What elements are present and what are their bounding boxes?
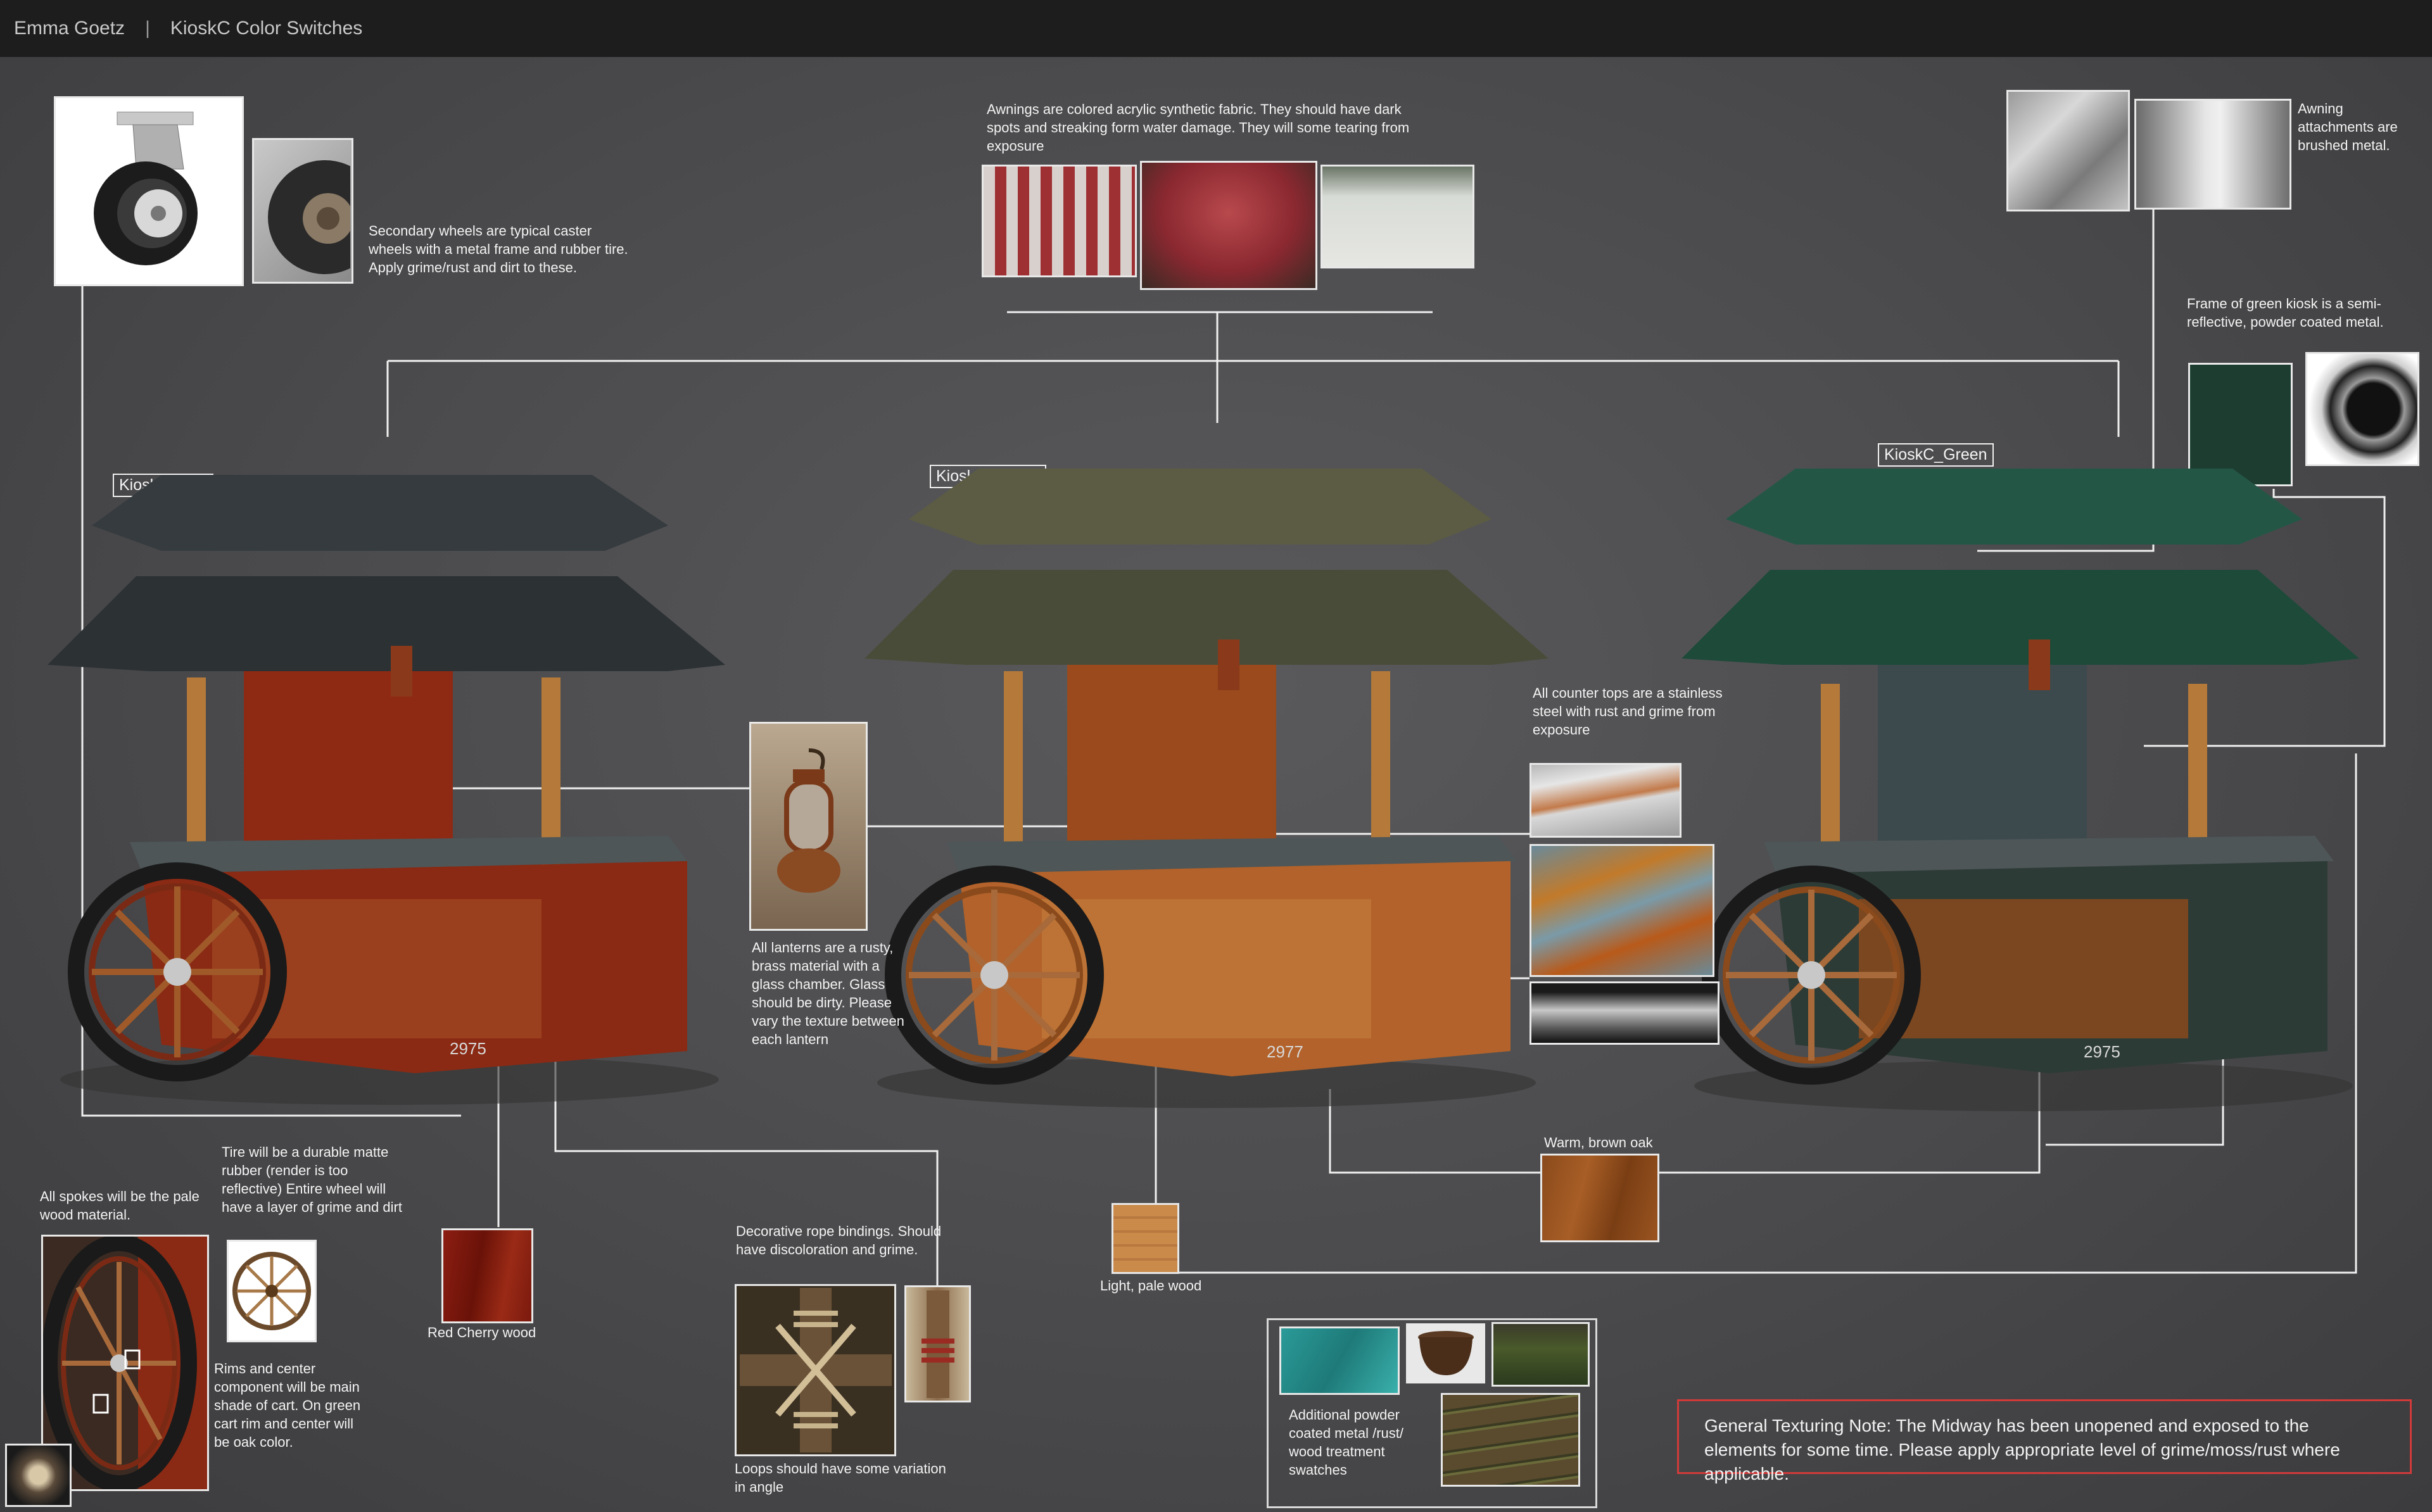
rusty-tire-photo bbox=[252, 138, 353, 284]
awnings-note: Awnings are colored acrylic synthetic fa… bbox=[987, 101, 1410, 154]
steel-rust-swatch-1 bbox=[1530, 763, 1682, 838]
rusty-pot-icon bbox=[1417, 1330, 1474, 1375]
mossy-wood-swatch bbox=[1492, 1322, 1590, 1387]
awning-striped-photo bbox=[982, 165, 1137, 277]
wheels-note: Secondary wheels are typical caster whee… bbox=[369, 223, 628, 275]
rusty-pot-photo bbox=[1406, 1323, 1485, 1383]
palette-note: Additional powder coated metal /rust/ wo… bbox=[1289, 1407, 1403, 1478]
brushed-metal-swatch-1 bbox=[2006, 90, 2130, 211]
wagon-wheel-icon bbox=[232, 1252, 311, 1330]
general-texturing-note: General Texturing Note: The Midway has b… bbox=[1677, 1399, 2412, 1484]
lanterns-note: All lanterns are a rusty, brass material… bbox=[752, 940, 904, 1047]
wagon-wheel-photo bbox=[227, 1240, 317, 1342]
hub-closeup-photo bbox=[5, 1444, 72, 1507]
caster-wheel-photo bbox=[54, 96, 244, 286]
rope-post-photo bbox=[904, 1285, 971, 1402]
awning-stained-photo bbox=[1320, 165, 1474, 268]
kiosk-green-serial: 2975 bbox=[2084, 1042, 2120, 1061]
counter-tops-note: All counter tops are a stainless steel w… bbox=[1533, 685, 1723, 738]
brushed-metal-swatch-2 bbox=[2134, 99, 2291, 210]
rims-note: Rims and center component will be main s… bbox=[214, 1361, 361, 1450]
pale-wood-note: Light, pale wood bbox=[1100, 1278, 1202, 1294]
lantern-icon bbox=[776, 748, 840, 893]
steel-rust-swatch-2 bbox=[1530, 844, 1714, 977]
general-texturing-note-text: General Texturing Note: The Midway has b… bbox=[1704, 1416, 2340, 1484]
caster-wheel-icon bbox=[94, 111, 198, 265]
rope-binding-icon bbox=[739, 1288, 892, 1452]
rope-post-icon bbox=[921, 1290, 954, 1398]
lantern-photo bbox=[749, 722, 868, 931]
kiosk-brown-render: 2977 bbox=[864, 469, 1548, 1108]
pale-wood-swatch bbox=[1112, 1203, 1179, 1274]
red-cherry-wood-swatch bbox=[441, 1228, 533, 1323]
brown-oak-note: Warm, brown oak bbox=[1544, 1135, 1653, 1150]
rope-note: Decorative rope bindings. Should have di… bbox=[736, 1223, 942, 1257]
brown-oak-swatch bbox=[1540, 1154, 1659, 1242]
teal-powder-metal-swatch bbox=[1279, 1326, 1400, 1395]
kiosk-red-render: 2975 bbox=[48, 475, 725, 1105]
kiosk-brown-serial: 2977 bbox=[1267, 1042, 1303, 1061]
log-wall-swatch bbox=[1441, 1393, 1580, 1487]
awning-dome-photo bbox=[1140, 161, 1317, 290]
spokes-note: All spokes will be the pale wood materia… bbox=[40, 1188, 200, 1223]
rope-loops-note: Loops should have some variation in angl… bbox=[735, 1461, 946, 1495]
rusty-tire-icon bbox=[268, 160, 350, 274]
kiosk-red-serial: 2975 bbox=[450, 1039, 486, 1058]
kiosk-green-render: 2975 bbox=[1682, 469, 2359, 1111]
green-frame-note: Frame of green kiosk is a semi-reflectiv… bbox=[2187, 296, 2384, 330]
steel-counter-photo bbox=[1530, 981, 1720, 1045]
powder-coat-sample-photo bbox=[2305, 352, 2419, 466]
awning-attachments-note: Awning attachments are brushed metal. bbox=[2298, 101, 2398, 153]
tire-note: Tire will be a durable matte rubber (ren… bbox=[222, 1144, 402, 1215]
red-cherry-note: Red Cherry wood bbox=[428, 1325, 536, 1340]
rope-binding-photo bbox=[735, 1284, 896, 1456]
